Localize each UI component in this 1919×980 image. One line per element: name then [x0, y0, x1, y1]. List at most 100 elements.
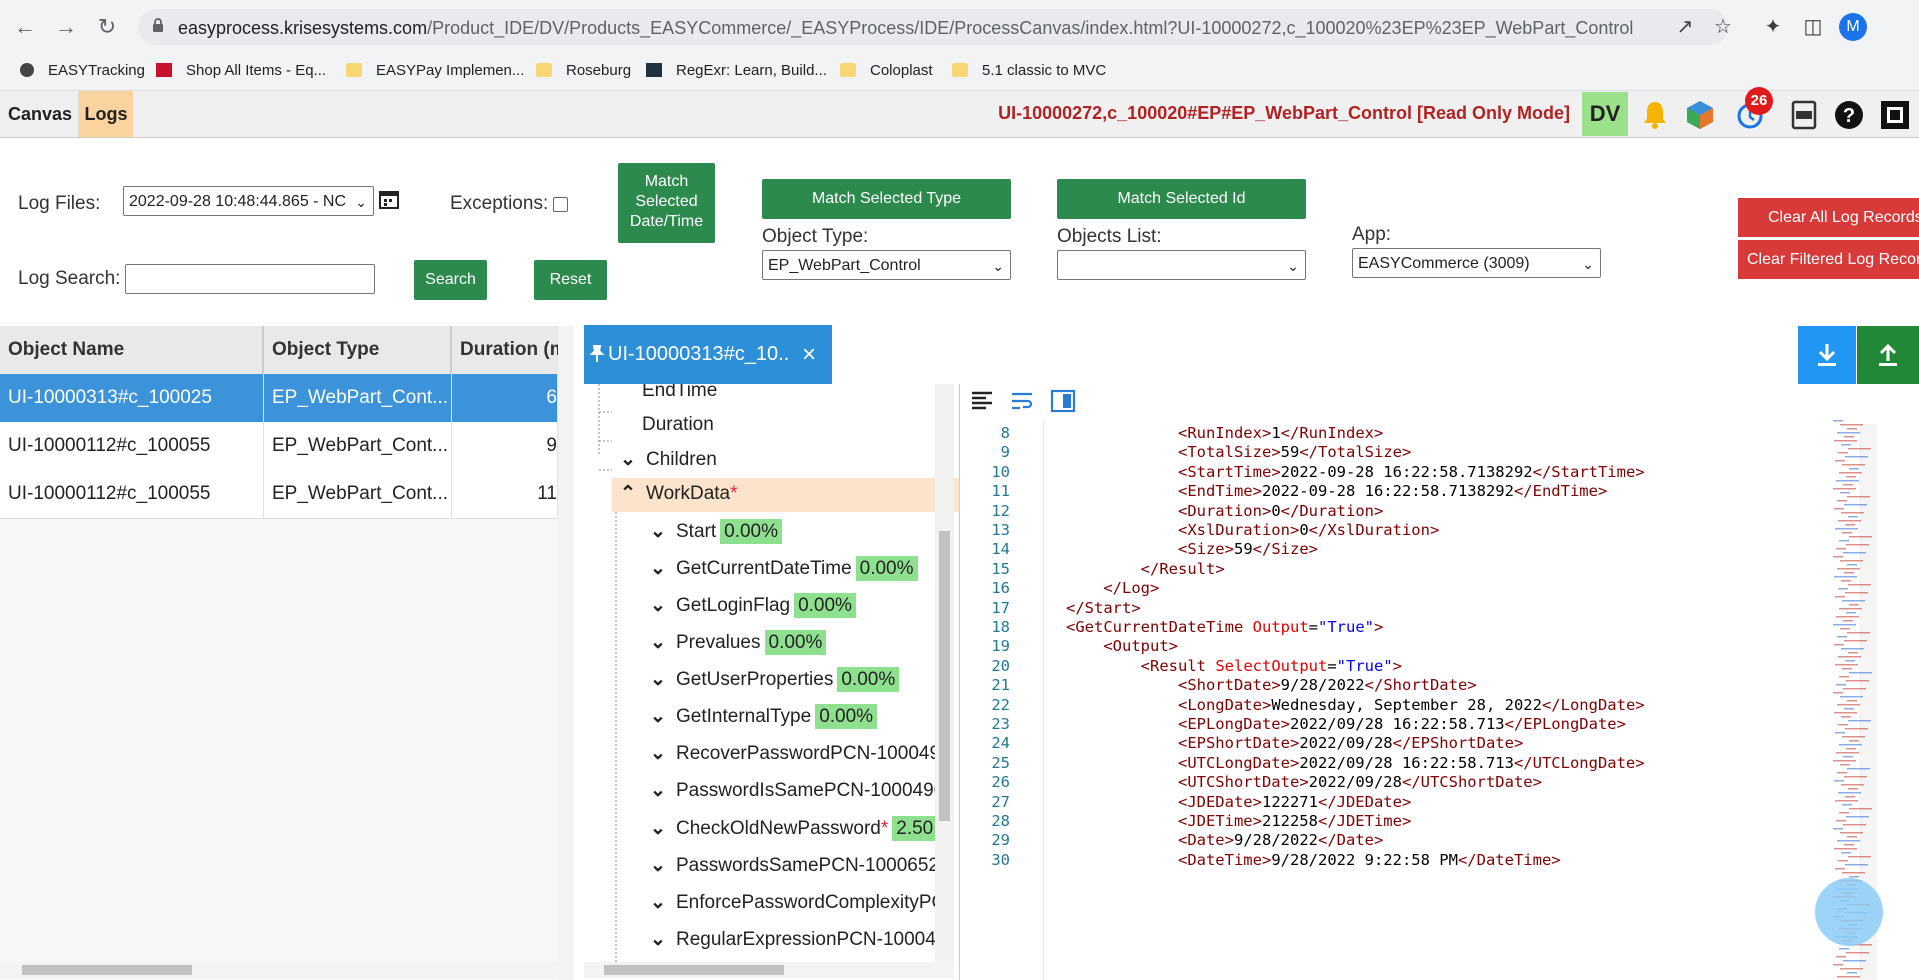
- chevron-down-icon[interactable]: ⌄: [650, 594, 666, 617]
- profile-avatar[interactable]: M: [1839, 13, 1867, 41]
- document-tab[interactable]: UI-10000313#c_10... ×: [584, 325, 832, 384]
- close-icon[interactable]: ×: [802, 325, 816, 384]
- chevron-down-icon[interactable]: ⌄: [650, 742, 666, 765]
- forward-icon[interactable]: →: [53, 14, 79, 40]
- object-name-cell: UI-10000313#c_100025: [0, 374, 264, 422]
- bookmark-item[interactable]: RegExr: Learn, Build...: [646, 62, 827, 79]
- chevron-down-icon[interactable]: ⌄: [650, 928, 666, 951]
- exceptions-checkbox[interactable]: [553, 197, 568, 212]
- format-align-icon[interactable]: [970, 390, 994, 412]
- tree-node[interactable]: ⌄ RecoverPasswordPCN-100049: [650, 742, 940, 765]
- chevron-down-icon[interactable]: ⌄: [650, 817, 666, 840]
- tree-node[interactable]: ⌄ GetInternalType 0.00%: [650, 704, 878, 729]
- clear-all-button[interactable]: Clear All Log Records: [1738, 198, 1919, 237]
- match-datetime-button[interactable]: Match Selected Date/Time: [618, 163, 715, 243]
- expand-icon[interactable]: [1878, 98, 1912, 132]
- tree-node[interactable]: Duration: [642, 414, 714, 436]
- duration-cell: 6: [452, 374, 558, 422]
- tree-node[interactable]: ⌄ CheckOldNewPassword* 2.50: [650, 816, 938, 841]
- chevron-down-icon[interactable]: ⌄: [620, 448, 636, 471]
- app-select[interactable]: EASYCommerce (3009) ⌄: [1352, 248, 1601, 278]
- bookmarks-bar: EASYTracking Shop All Items - Eq... EASY…: [0, 54, 1919, 91]
- tab-title: UI-10000313#c_10...: [608, 343, 788, 365]
- bookmark-item[interactable]: EASYTracking: [20, 62, 145, 79]
- tree-node[interactable]: ⌄ PasswordIsSamePCN-1000496: [650, 779, 944, 802]
- chevron-down-icon[interactable]: ⌄: [650, 891, 666, 914]
- tree-node-workdata[interactable]: ⌃ WorkData*: [620, 482, 738, 505]
- chevron-down-icon: ⌄: [992, 258, 1004, 274]
- clear-filtered-button[interactable]: Clear Filtered Log Records: [1738, 240, 1919, 279]
- bookmark-item[interactable]: Shop All Items - Eq...: [156, 62, 326, 79]
- objects-list-select[interactable]: ⌄: [1057, 250, 1306, 280]
- chevron-down-icon[interactable]: ⌄: [650, 705, 666, 728]
- chat-bubble-icon[interactable]: [1815, 878, 1883, 946]
- chevron-down-icon[interactable]: ⌄: [650, 854, 666, 877]
- duration-cell: 11: [452, 470, 558, 518]
- column-header[interactable]: Object Type: [264, 326, 452, 374]
- word-wrap-icon[interactable]: [1010, 390, 1034, 412]
- column-header[interactable]: Duration (ms): [452, 326, 558, 374]
- address-bar[interactable]: easyprocess.krisesystems.com/Product_IDE…: [138, 9, 1728, 45]
- folder-icon: [346, 63, 362, 77]
- bookmark-item[interactable]: Coloplast: [840, 62, 933, 79]
- tree-node[interactable]: ⌄ Start 0.00%: [650, 519, 782, 544]
- kfc-icon: [156, 63, 172, 77]
- table-row[interactable]: UI-10000112#c_100055 EP_WebPart_Cont... …: [0, 422, 558, 471]
- log-search-input[interactable]: [125, 264, 375, 294]
- match-type-button[interactable]: Match Selected Type: [762, 179, 1011, 219]
- tree-node[interactable]: ⌄ Prevalues 0.00%: [650, 630, 827, 655]
- panel-view-icon[interactable]: [1050, 389, 1076, 413]
- tree-node[interactable]: EndTime: [642, 384, 717, 402]
- download-icon: [1818, 344, 1836, 366]
- share-icon[interactable]: ↗: [1672, 14, 1698, 40]
- object-name-cell: UI-10000112#c_100055: [0, 422, 264, 470]
- sidebar-icon[interactable]: ◫: [1800, 14, 1826, 40]
- table-row[interactable]: UI-10000313#c_100025 EP_WebPart_Cont... …: [0, 374, 558, 423]
- log-files-select[interactable]: 2022-09-28 10:48:44.865 - NC ⌄: [123, 186, 374, 216]
- tree-horizontal-scrollbar[interactable]: [584, 962, 954, 978]
- chevron-down-icon: ⌄: [1287, 258, 1299, 274]
- table-horizontal-scrollbar[interactable]: [0, 962, 558, 978]
- reload-icon[interactable]: ↻: [94, 14, 120, 40]
- tree-node[interactable]: ⌄ GetUserProperties 0.00%: [650, 667, 900, 692]
- back-icon[interactable]: ←: [12, 14, 38, 40]
- tree-node[interactable]: ⌄ EnforcePasswordComplexityPC: [650, 891, 945, 914]
- chevron-down-icon[interactable]: ⌄: [650, 779, 666, 802]
- chevron-down-icon[interactable]: ⌄: [650, 557, 666, 580]
- download-button[interactable]: [1798, 326, 1856, 384]
- match-id-button[interactable]: Match Selected Id: [1057, 179, 1306, 219]
- tree-node[interactable]: ⌄ GetCurrentDateTime 0.00%: [650, 556, 918, 581]
- tab-logs[interactable]: Logs: [78, 91, 133, 137]
- star-icon[interactable]: ☆: [1710, 14, 1736, 40]
- chevron-up-icon[interactable]: ⌃: [620, 482, 636, 505]
- search-button[interactable]: Search: [414, 260, 487, 300]
- chevron-down-icon[interactable]: ⌄: [650, 631, 666, 654]
- table-vertical-scrollbar[interactable]: [558, 326, 574, 980]
- object-type-select[interactable]: EP_WebPart_Control ⌄: [762, 250, 1011, 280]
- chevron-down-icon[interactable]: ⌄: [650, 520, 666, 543]
- help-icon[interactable]: ?: [1832, 98, 1866, 132]
- bookmark-item[interactable]: Roseburg: [536, 62, 631, 79]
- tree-vertical-scrollbar[interactable]: [935, 384, 954, 964]
- bookmark-item[interactable]: EASYPay Implemen...: [346, 62, 524, 79]
- upload-button[interactable]: [1857, 326, 1919, 384]
- bell-icon[interactable]: [1638, 98, 1672, 132]
- log-search-label: Log Search:: [18, 268, 121, 289]
- tree-node[interactable]: ⌄ PasswordsSamePCN-1000652: [650, 854, 939, 877]
- cube-icon[interactable]: [1683, 98, 1717, 132]
- pin-icon[interactable]: [588, 345, 606, 363]
- tab-canvas[interactable]: Canvas: [0, 91, 80, 137]
- table-row[interactable]: UI-10000112#c_100055 EP_WebPart_Cont... …: [0, 470, 558, 519]
- tree-node[interactable]: ⌄ GetLoginFlag 0.00%: [650, 593, 856, 618]
- column-header[interactable]: Object Name: [0, 326, 264, 374]
- dv-badge[interactable]: DV: [1582, 92, 1628, 136]
- tree-node[interactable]: ⌄ RegularExpressionPCN-10004: [650, 928, 936, 951]
- tree-node[interactable]: ⌄ Children: [620, 448, 717, 471]
- calendar-icon[interactable]: [378, 188, 400, 210]
- upload-icon: [1879, 343, 1897, 366]
- reset-button[interactable]: Reset: [534, 260, 607, 300]
- log-file-icon[interactable]: [1787, 98, 1821, 132]
- chevron-down-icon[interactable]: ⌄: [650, 668, 666, 691]
- extensions-icon[interactable]: ✦: [1760, 14, 1786, 40]
- bookmark-item[interactable]: 5.1 classic to MVC: [952, 62, 1106, 79]
